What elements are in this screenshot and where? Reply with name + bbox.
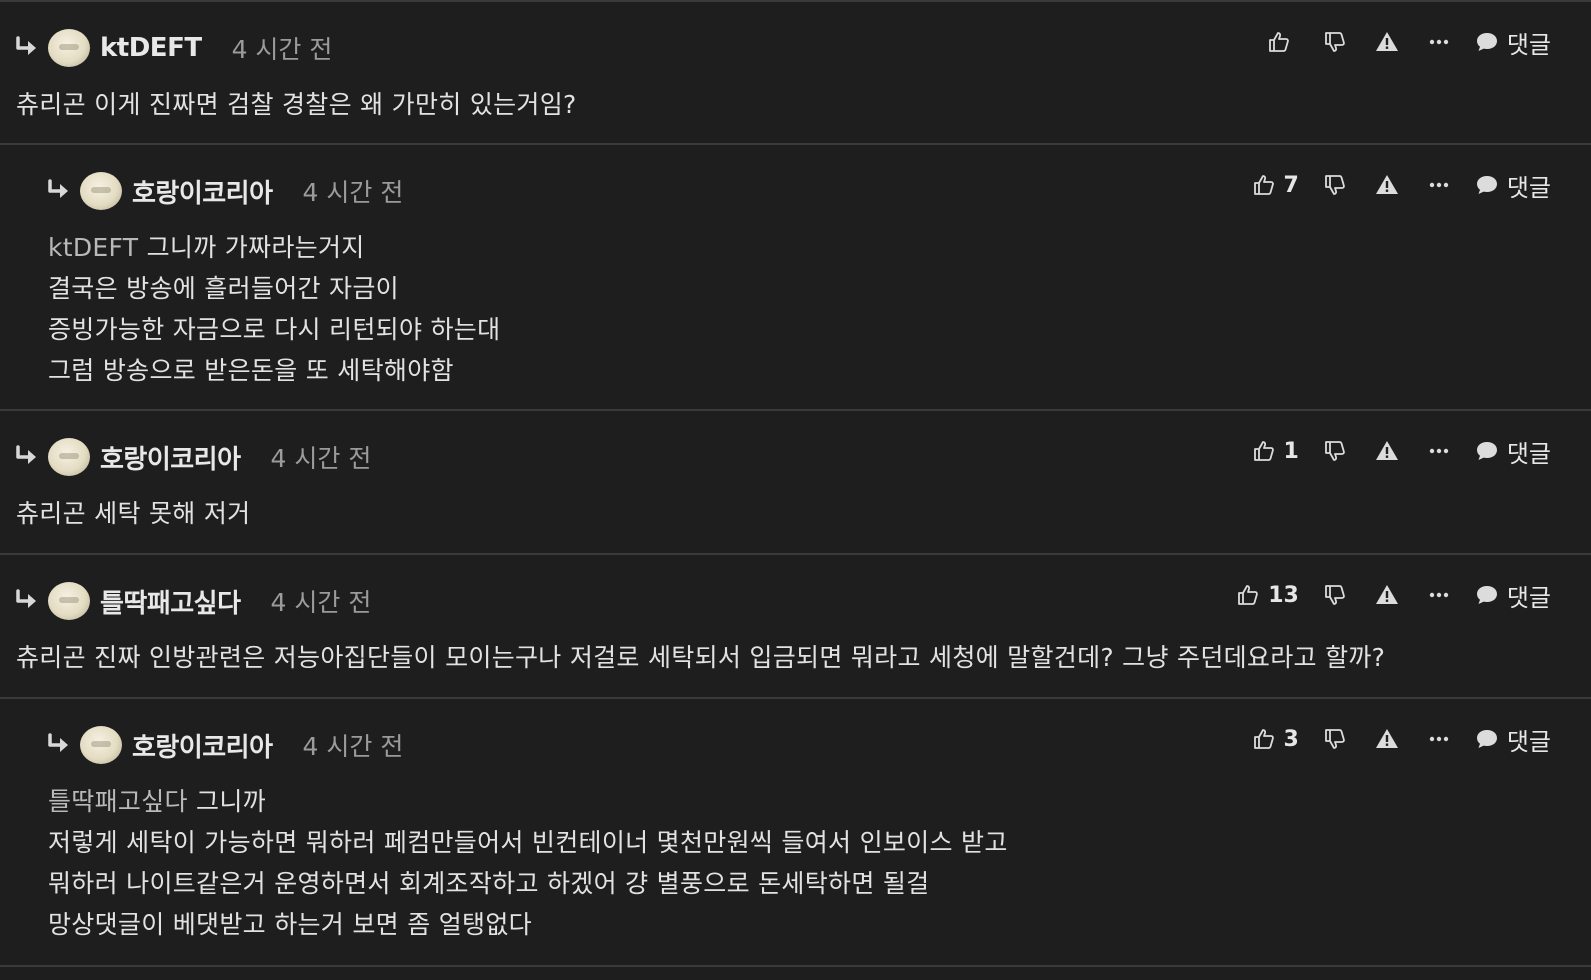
reply-arrow-icon — [48, 733, 68, 752]
comment-line: 그니까 — [187, 787, 266, 816]
comment-actions: 13 댓글 — [1229, 577, 1551, 613]
thumbs-down-icon[interactable] — [1323, 727, 1347, 751]
comment: 호랑이코리아 4 시간 전 1 댓글 츄리곤 세탁 못해 저거 — [0, 411, 1591, 555]
comment-line: 츄리곤 세탁 못해 저거 — [16, 499, 251, 528]
comment-line: 저렇게 세탁이 가능하면 뭐하러 페컴만들어서 빈컨테이너 몇천만원씩 들여서 … — [48, 828, 1008, 857]
reply-button[interactable]: 댓글 — [1475, 578, 1551, 613]
like-button[interactable]: 7 — [1229, 173, 1299, 198]
thumbs-down-icon[interactable] — [1323, 173, 1347, 197]
author-name[interactable]: ktDEFT — [100, 33, 202, 63]
timestamp: 4 시간 전 — [302, 732, 404, 761]
comment-line: 그니까 가짜라는거지 — [138, 233, 365, 262]
like-count: 13 — [1268, 582, 1299, 608]
reply-button[interactable]: 댓글 — [1475, 168, 1551, 203]
like-count: 1 — [1283, 438, 1299, 464]
warning-icon[interactable] — [1375, 727, 1399, 751]
warning-icon[interactable] — [1375, 173, 1399, 197]
like-button[interactable]: 13 — [1229, 583, 1299, 608]
reply-button[interactable]: 댓글 — [1475, 722, 1551, 757]
reply-label: 댓글 — [1506, 173, 1551, 202]
comment-line: 츄리곤 이게 진짜면 검찰 경찰은 왜 가만히 있는거임? — [16, 90, 577, 119]
comment-actions: 댓글 — [1229, 24, 1551, 60]
reply-arrow-icon — [16, 589, 36, 608]
timestamp: 4 시간 전 — [270, 588, 372, 617]
thumbs-up-icon — [1238, 585, 1259, 605]
comment: 호랑이코리아 4 시간 전 7 댓글 ktDEFT 그니까 가짜라는거지 결국은… — [0, 145, 1591, 411]
comment-line: 망상댓글이 베댓받고 하는거 보면 좀 얼탱없다 — [48, 910, 532, 939]
comment-header: 호랑이코리아 4 시간 전 — [46, 171, 403, 211]
like-button[interactable]: 1 — [1229, 439, 1299, 464]
reply-arrow-icon — [16, 36, 36, 55]
like-button[interactable]: 3 — [1229, 727, 1299, 752]
comment-body: 츄리곤 세탁 못해 저거 — [16, 493, 250, 534]
reply-label: 댓글 — [1506, 439, 1551, 468]
more-icon[interactable] — [1427, 583, 1451, 607]
mention[interactable]: 틀딱패고싶다 — [48, 787, 188, 816]
comment: ktDEFT 4 시간 전 댓글 츄리곤 이게 진짜면 검찰 경찰은 왜 가만히… — [0, 0, 1591, 145]
comment-header: ktDEFT 4 시간 전 — [14, 28, 332, 68]
comment-header: 호랑이코리아 4 시간 전 — [14, 437, 371, 477]
more-icon[interactable] — [1427, 30, 1451, 54]
chat-bubble-icon — [1476, 730, 1497, 748]
comment-line: 결국은 방송에 흘러들어간 자금이 — [48, 274, 399, 303]
avatar[interactable] — [80, 172, 122, 210]
more-icon[interactable] — [1427, 727, 1451, 751]
comment-body: 츄리곤 이게 진짜면 검찰 경찰은 왜 가만히 있는거임? — [16, 84, 577, 125]
reply-label: 댓글 — [1506, 727, 1551, 756]
like-count: 7 — [1283, 172, 1299, 198]
reply-label: 댓글 — [1506, 30, 1551, 59]
avatar[interactable] — [48, 582, 90, 620]
warning-icon[interactable] — [1375, 439, 1399, 463]
reply-button[interactable]: 댓글 — [1475, 434, 1551, 469]
thumbs-up-icon — [1253, 441, 1274, 461]
comment: 호랑이코리아 4 시간 전 3 댓글 틀딱패고싶다 그니까 저렇게 세탁이 가능… — [0, 699, 1591, 967]
thumbs-down-icon[interactable] — [1323, 30, 1347, 54]
thumbs-up-icon — [1268, 32, 1289, 52]
thumbs-down-icon[interactable] — [1323, 583, 1347, 607]
thumbs-down-icon[interactable] — [1323, 439, 1347, 463]
like-count: 3 — [1283, 726, 1299, 752]
author-name[interactable]: 호랑이코리아 — [100, 439, 241, 476]
comment-line: 츄리곤 진짜 인방관련은 저능아집단들이 모이는구나 저걸로 세탁되서 입금되면… — [16, 643, 1386, 672]
avatar[interactable] — [80, 726, 122, 764]
more-icon[interactable] — [1427, 439, 1451, 463]
author-name[interactable]: 틀딱패고싶다 — [100, 583, 241, 620]
timestamp: 4 시간 전 — [270, 444, 372, 473]
avatar[interactable] — [48, 29, 90, 67]
reply-label: 댓글 — [1506, 583, 1551, 612]
comment-header: 호랑이코리아 4 시간 전 — [46, 725, 403, 765]
avatar[interactable] — [48, 438, 90, 476]
thumbs-up-icon — [1253, 175, 1274, 195]
comment-actions: 1 댓글 — [1229, 433, 1551, 469]
comment-body: 츄리곤 진짜 인방관련은 저능아집단들이 모이는구나 저걸로 세탁되서 입금되면… — [16, 637, 1385, 678]
comment-line: 그럼 방송으로 받은돈을 또 세탁해야함 — [48, 356, 454, 385]
author-name[interactable]: 호랑이코리아 — [132, 727, 273, 764]
thumbs-up-icon — [1253, 729, 1274, 749]
comment-header: 틀딱패고싶다 4 시간 전 — [14, 581, 371, 621]
comment-actions: 7 댓글 — [1229, 167, 1551, 203]
reply-arrow-icon — [16, 445, 36, 464]
comment: 틀딱패고싶다 4 시간 전 13 댓글 츄리곤 진짜 인방관련은 저능아집단들이… — [0, 555, 1591, 699]
comment-body: ktDEFT 그니까 가짜라는거지 결국은 방송에 흘러들어간 자금이 증빙가능… — [48, 227, 500, 391]
like-button[interactable] — [1229, 30, 1299, 54]
chat-bubble-icon — [1476, 176, 1497, 194]
reply-button[interactable]: 댓글 — [1475, 25, 1551, 60]
more-icon[interactable] — [1427, 173, 1451, 197]
comment-actions: 3 댓글 — [1229, 721, 1551, 757]
chat-bubble-icon — [1476, 33, 1497, 51]
author-name[interactable]: 호랑이코리아 — [132, 173, 273, 210]
chat-bubble-icon — [1476, 442, 1497, 460]
mention[interactable]: ktDEFT — [48, 233, 138, 262]
warning-icon[interactable] — [1375, 30, 1399, 54]
reply-arrow-icon — [48, 179, 68, 198]
comment-line: 증빙가능한 자금으로 다시 리턴되야 하는대 — [48, 315, 501, 344]
chat-bubble-icon — [1476, 586, 1497, 604]
warning-icon[interactable] — [1375, 583, 1399, 607]
timestamp: 4 시간 전 — [302, 178, 404, 207]
timestamp: 4 시간 전 — [231, 35, 333, 64]
comment-body: 틀딱패고싶다 그니까 저렇게 세탁이 가능하면 뭐하러 페컴만들어서 빈컨테이너… — [48, 781, 1008, 945]
comment-line: 뭐하러 나이트같은거 운영하면서 회계조작하고 하겠어 걍 별풍으로 돈세탁하면… — [48, 869, 930, 898]
